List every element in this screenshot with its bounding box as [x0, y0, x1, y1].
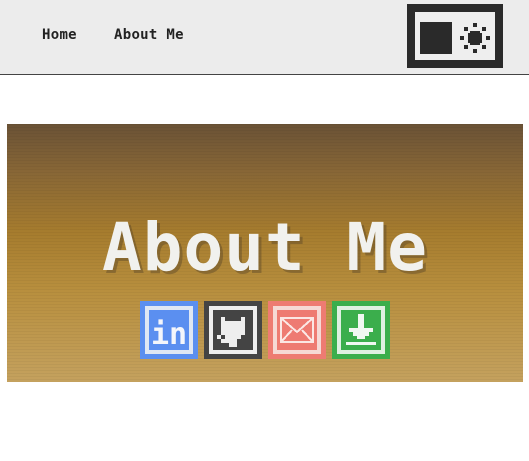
sun-icon: [459, 22, 491, 54]
top-nav: Home About Me: [0, 0, 529, 75]
github-icon: [204, 301, 262, 359]
about-banner: About Me in: [7, 124, 523, 382]
nav-about-link[interactable]: About Me: [114, 27, 184, 43]
download-button[interactable]: [332, 301, 390, 359]
nav-home-link[interactable]: Home: [42, 27, 77, 43]
linkedin-text: in: [151, 317, 187, 352]
linkedin-button[interactable]: in: [140, 301, 198, 359]
linkedin-icon: in: [140, 301, 198, 359]
theme-toggle-button[interactable]: [407, 4, 503, 68]
dark-mode-square-icon: [420, 22, 452, 54]
email-button[interactable]: [268, 301, 326, 359]
download-icon: [332, 301, 390, 359]
banner-title: About Me: [102, 209, 428, 286]
mail-icon: [268, 301, 326, 359]
github-button[interactable]: [204, 301, 262, 359]
